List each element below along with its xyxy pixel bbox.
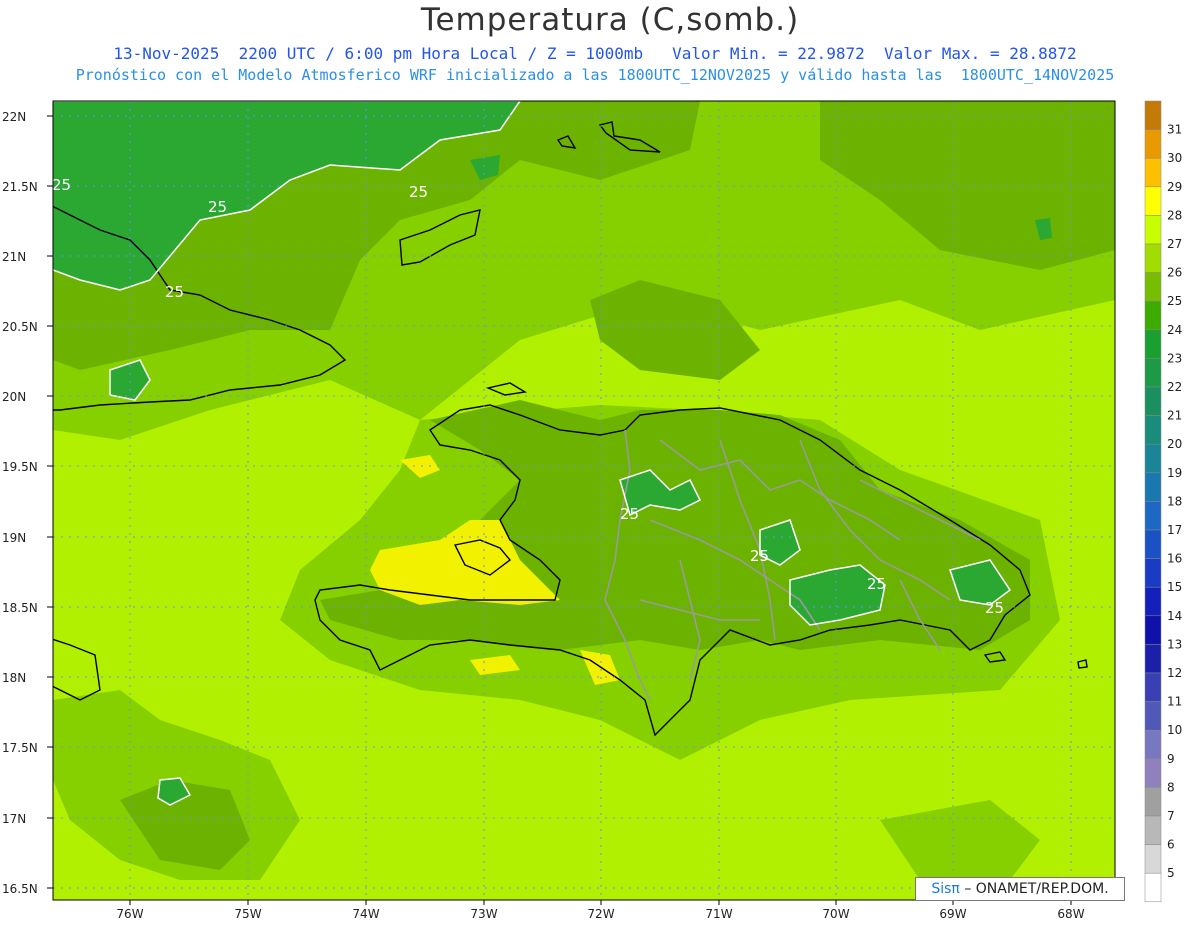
lat-label: 20N bbox=[2, 390, 26, 404]
legend-swatch bbox=[1144, 501, 1162, 531]
legend-swatch bbox=[1144, 443, 1162, 474]
latitude-axis: 22N 21.5N 21N 20.5N 20N 19.5N 19N 18.5N … bbox=[2, 110, 53, 896]
legend-label: 28 bbox=[1167, 208, 1182, 222]
legend-swatch bbox=[1144, 529, 1162, 559]
lat-label: 18.5N bbox=[2, 601, 38, 615]
legend-swatch bbox=[1144, 386, 1162, 416]
legend-swatch bbox=[1144, 329, 1162, 359]
credit-text: – ONAMET/REP.DOM. bbox=[964, 881, 1109, 897]
legend-swatch bbox=[1144, 186, 1162, 216]
legend-label: 7 bbox=[1167, 809, 1175, 823]
legend-label: 27 bbox=[1167, 237, 1182, 251]
legend-swatch bbox=[1144, 787, 1162, 817]
legend-label: 20 bbox=[1167, 437, 1182, 451]
legend-swatch bbox=[1144, 872, 1162, 903]
legend-label: 5 bbox=[1167, 866, 1175, 880]
lat-label: 16.5N bbox=[2, 882, 38, 896]
legend-swatch bbox=[1144, 701, 1162, 731]
legend-swatch bbox=[1144, 272, 1162, 302]
color-legend: 31 30 29 28 27 26 25 24 23 22 21 20 19 18 17 16 15 14 13 12… bbox=[1144, 100, 1182, 903]
legend-label: 30 bbox=[1167, 151, 1182, 165]
legend-label: 13 bbox=[1167, 637, 1182, 651]
lat-label: 18N bbox=[2, 671, 26, 685]
legend-swatch bbox=[1144, 243, 1162, 273]
contour-label: 25 bbox=[208, 198, 227, 216]
legend-label: 19 bbox=[1167, 466, 1182, 480]
legend-label: 29 bbox=[1167, 180, 1182, 194]
legend-swatch bbox=[1144, 586, 1162, 617]
lat-label: 19N bbox=[2, 531, 26, 545]
lon-label: 74W bbox=[352, 907, 379, 921]
lon-label: 72W bbox=[587, 907, 614, 921]
legend-swatch bbox=[1144, 815, 1162, 845]
legend-label: 17 bbox=[1167, 523, 1182, 537]
lat-label: 17.5N bbox=[2, 741, 38, 755]
legend-swatch bbox=[1144, 758, 1162, 788]
lon-label: 70W bbox=[822, 907, 849, 921]
contour-label: 25 bbox=[620, 505, 639, 523]
contour-label: 25 bbox=[985, 599, 1004, 617]
legend-label: 14 bbox=[1167, 609, 1182, 623]
contour-label: 25 bbox=[867, 575, 886, 593]
legend-label: 24 bbox=[1167, 323, 1182, 337]
legend-label: 31 bbox=[1167, 123, 1182, 137]
lon-label: 71W bbox=[705, 907, 732, 921]
legend-swatch bbox=[1144, 215, 1162, 245]
legend-swatch bbox=[1144, 729, 1162, 760]
longitude-axis: 76W 75W 74W 73W 72W 71W 70W 69W 68W bbox=[116, 900, 1085, 921]
lon-label: 75W bbox=[234, 907, 261, 921]
legend-swatch bbox=[1144, 358, 1162, 388]
lat-label: 22N bbox=[2, 110, 26, 124]
credit-box: Sisπ – ONAMET/REP.DOM. bbox=[915, 877, 1125, 901]
legend-label: 22 bbox=[1167, 380, 1182, 394]
legend-label: 12 bbox=[1167, 666, 1182, 680]
legend-label: 26 bbox=[1167, 266, 1182, 280]
legend-label: 18 bbox=[1167, 494, 1182, 508]
lat-label: 20.5N bbox=[2, 320, 38, 334]
legend-swatch bbox=[1144, 415, 1162, 445]
lon-label: 68W bbox=[1057, 907, 1084, 921]
lat-label: 21N bbox=[2, 250, 26, 264]
legend-swatch bbox=[1144, 558, 1162, 588]
legend-label: 23 bbox=[1167, 351, 1182, 365]
legend-swatch bbox=[1144, 844, 1162, 874]
forecast-map: 25 25 25 25 25 25 25 25 22N 21.5N 21N 20… bbox=[2, 100, 1182, 921]
legend-label: 8 bbox=[1167, 780, 1175, 794]
legend-swatch bbox=[1144, 672, 1162, 702]
legend-swatch bbox=[1144, 472, 1162, 502]
legend-swatch bbox=[1144, 615, 1162, 645]
legend-label: 10 bbox=[1167, 723, 1182, 737]
sispi-logo: Sisπ bbox=[931, 881, 960, 897]
lat-label: 17N bbox=[2, 812, 26, 826]
contour-label: 25 bbox=[165, 283, 184, 301]
legend-label: 15 bbox=[1167, 580, 1182, 594]
lon-label: 73W bbox=[470, 907, 497, 921]
legend-label: 6 bbox=[1167, 838, 1175, 852]
contour-label: 25 bbox=[750, 547, 769, 565]
lat-label: 19.5N bbox=[2, 460, 38, 474]
legend-swatch bbox=[1144, 644, 1162, 674]
contour-label: 25 bbox=[52, 176, 71, 194]
legend-label: 16 bbox=[1167, 552, 1182, 566]
lon-label: 76W bbox=[116, 907, 143, 921]
legend-label: 11 bbox=[1167, 695, 1182, 709]
legend-swatch bbox=[1144, 157, 1162, 188]
legend-label: 25 bbox=[1167, 294, 1182, 308]
contour-label: 25 bbox=[409, 183, 428, 201]
legend-swatch bbox=[1144, 100, 1162, 130]
lon-label: 69W bbox=[939, 907, 966, 921]
legend-label: 9 bbox=[1167, 752, 1175, 766]
legend-swatch bbox=[1144, 300, 1162, 331]
lat-label: 21.5N bbox=[2, 180, 38, 194]
legend-label: 21 bbox=[1167, 409, 1182, 423]
legend-swatch bbox=[1144, 129, 1162, 159]
temperature-field: 25 25 25 25 25 25 25 25 bbox=[52, 101, 1115, 900]
